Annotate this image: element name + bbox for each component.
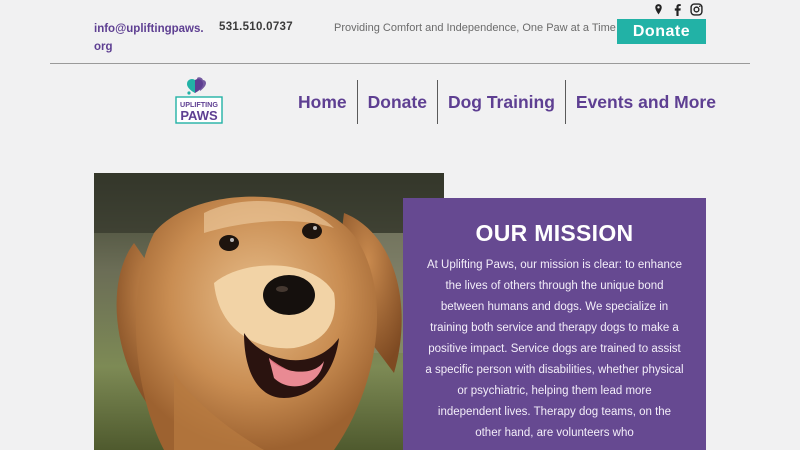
mission-panel: OUR MISSION At Uplifting Paws, our missi…	[403, 198, 706, 450]
header-divider	[50, 63, 750, 64]
topbar-phone[interactable]: 531.510.0737	[219, 21, 293, 33]
svg-text:PAWS: PAWS	[180, 108, 218, 123]
donate-button[interactable]: Donate	[617, 19, 706, 44]
main-nav: Home Donate Dog Training Events and More	[288, 80, 726, 124]
nav-dog-training[interactable]: Dog Training	[438, 80, 565, 124]
golden-retriever-photo	[94, 173, 444, 450]
nav-events-and-more[interactable]: Events and More	[566, 80, 726, 124]
social-links	[652, 3, 703, 16]
topbar-email[interactable]: info@upliftingpaws.org	[94, 20, 210, 56]
location-icon[interactable]	[652, 3, 665, 16]
topbar-tagline: Providing Comfort and Independence, One …	[334, 22, 616, 34]
mission-title: OUR MISSION	[475, 220, 634, 246]
nav-home[interactable]: Home	[288, 80, 357, 124]
instagram-icon[interactable]	[690, 3, 703, 16]
nav-donate[interactable]: Donate	[358, 80, 437, 124]
uplifting-paws-logo[interactable]: UPLIFTING PAWS	[174, 75, 224, 125]
mission-body: At Uplifting Paws, our mission is clear:…	[425, 259, 684, 439]
facebook-icon[interactable]	[671, 3, 684, 16]
